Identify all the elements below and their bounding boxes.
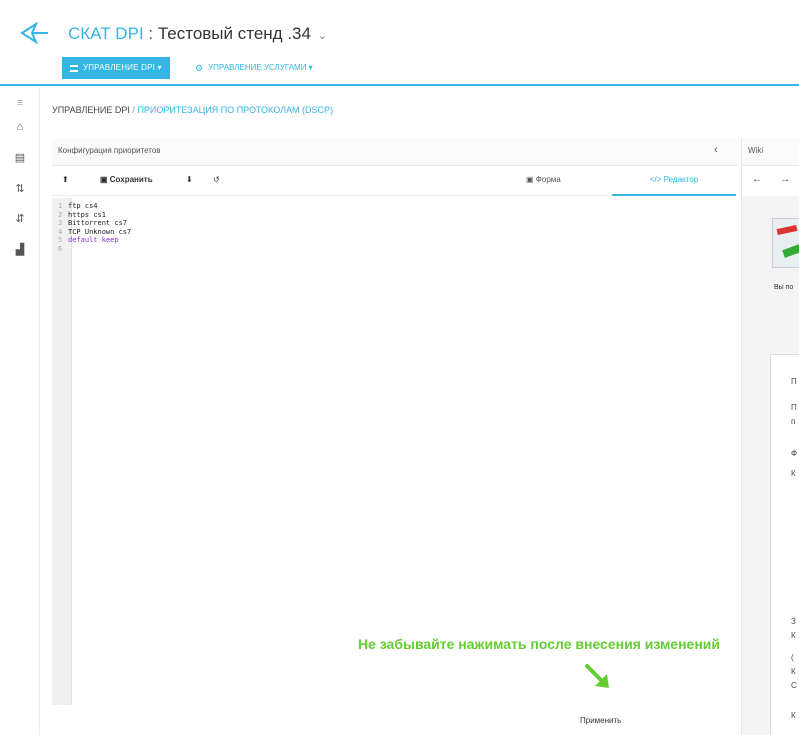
collapse-panel-icon[interactable]: ‹ [714, 144, 718, 156]
logo-icon[interactable] [20, 22, 50, 44]
save-label: Сохранить [109, 175, 153, 184]
wiki-text-fragment: К [791, 631, 796, 640]
wiki-navigation: ← → [742, 166, 799, 196]
code-line[interactable]: 1 ftp cs4 [58, 202, 131, 211]
list-icon [70, 64, 78, 72]
panel-header: Конфигурация приоритетов ‹ [52, 138, 737, 166]
tab-form[interactable]: ▣ Форма [526, 175, 561, 184]
wiki-panel: Wiki ← → Вы по П Пп Ф К З К(К С К [741, 138, 799, 735]
stand-name: Тестовый стенд .34 [157, 24, 311, 43]
save-button[interactable]: ▣ Сохранить [100, 175, 153, 184]
wiki-illustration [772, 218, 799, 268]
wiki-content: Вы по П Пп Ф К З К(К С К [742, 196, 799, 735]
save-icon: ▣ [100, 175, 110, 184]
line-text: Bittorrent cs7 [68, 219, 128, 228]
breadcrumb-current[interactable]: Приоритезация по протоколам (DSCP) [137, 105, 333, 115]
breadcrumb: Управление DPI / Приоритезация по проток… [52, 105, 333, 115]
priority-config-panel: Конфигурация приоритетов ‹ ⬆ ▣ Сохранить… [52, 138, 737, 705]
app-title[interactable]: СКАТ DPI : Тестовый стенд .34 ⌄ [68, 24, 327, 46]
wiki-text-fragment: К [791, 711, 796, 720]
app-name: СКАТ DPI [68, 24, 144, 43]
breadcrumb-separator: / [132, 105, 135, 115]
sort-alt-icon[interactable]: ⇵ [12, 212, 28, 226]
code-line[interactable]: 5 default keep [58, 236, 131, 245]
wiki-text-fragment: З [791, 617, 796, 626]
services-icon: ⚙ [195, 63, 204, 73]
code-line[interactable]: 2 https cs1 [58, 211, 131, 220]
nav-services-management-label: Управление услугами ▾ [208, 63, 313, 72]
tab-form-label: Форма [535, 175, 561, 184]
wiki-text-fragment: К [791, 469, 796, 478]
line-text: TCP Unknown cs7 [68, 227, 132, 236]
menu-icon[interactable]: ≡ [12, 96, 28, 110]
apply-button[interactable]: Применить [580, 711, 670, 729]
editor-toolbar: ⬆ ▣ Сохранить ⬇ ↺ ▣ Форма </> Редактор [52, 166, 737, 196]
wiki-header: Wiki [742, 138, 799, 166]
code-line[interactable]: 3 Bittorrent cs7 [58, 219, 131, 228]
wiki-caption: Вы по [774, 284, 794, 291]
illustration-green-arrow [782, 244, 799, 258]
download-icon[interactable]: ⬇ [186, 175, 193, 184]
tab-editor[interactable]: </> Редактор [612, 166, 736, 196]
wiki-text-fragment: К [791, 667, 796, 676]
tab-editor-label: Редактор [663, 175, 699, 184]
line-number: 3 [58, 219, 63, 228]
panel-title: Конфигурация приоритетов [58, 146, 161, 155]
server-icon[interactable]: ▤ [12, 151, 28, 165]
wiki-text-fragment: Ф [791, 449, 798, 458]
sort-icon[interactable]: ⇅ [12, 182, 28, 196]
arrow-down-right-icon [585, 664, 609, 688]
line-number: 6 [58, 244, 63, 253]
undo-icon[interactable]: ↺ [213, 175, 220, 184]
home-icon[interactable]: ⌂ [12, 120, 28, 134]
form-icon: ▣ [526, 175, 536, 184]
line-number: 5 [58, 236, 63, 245]
upload-icon[interactable]: ⬆ [62, 175, 69, 184]
nav-dpi-management-button[interactable]: Управление DPI ▾ [62, 57, 170, 79]
code-line[interactable]: 4 TCP Unknown cs7 [58, 228, 131, 237]
title-separator: : [148, 24, 154, 43]
line-number: 2 [58, 210, 63, 219]
line-number: 4 [58, 227, 63, 236]
wiki-text-fragment: ( [791, 653, 794, 662]
left-sidebar: ≡ ⌂ ▤ ⇅ ⇵ ▟ [0, 88, 40, 735]
wiki-text-fragment: П [791, 377, 797, 386]
wiki-forward-icon[interactable]: → [780, 174, 790, 185]
wiki-card: П Пп Ф К З К(К С К [770, 354, 799, 735]
top-header: СКАТ DPI : Тестовый стенд .34 ⌄ Управлен… [0, 0, 799, 86]
nav-services-management-button[interactable]: ⚙ Управление услугами ▾ [195, 57, 313, 79]
wiki-text-fragment: п [791, 417, 796, 426]
chart-icon[interactable]: ▟ [12, 243, 28, 257]
breadcrumb-root[interactable]: Управление DPI [52, 105, 130, 115]
code-line[interactable]: 6 [58, 245, 131, 254]
code-icon: </> [649, 175, 664, 184]
line-text: https cs1 [68, 210, 106, 219]
nav-dpi-management-label: Управление DPI ▾ [83, 63, 162, 72]
illustration-red-stripe [776, 224, 798, 236]
wiki-text-fragment: С [791, 681, 797, 690]
wiki-back-icon[interactable]: ← [752, 174, 762, 185]
code-lines[interactable]: 1 ftp cs4 2 https cs1 3 Bittorrent cs7 4 TCP Un… [58, 202, 131, 254]
line-number: 1 [58, 202, 63, 210]
editor-gutter [52, 198, 72, 705]
line-text: default keep [68, 236, 119, 245]
code-editor[interactable]: 1 ftp cs4 2 https cs1 3 Bittorrent cs7 4 TCP Un… [52, 198, 737, 705]
line-text: ftp cs4 [68, 202, 98, 210]
wiki-title: Wiki [748, 146, 764, 155]
hint-text: Не забывайте нажимать после внесения изм… [358, 636, 721, 652]
wiki-text-fragment: П [791, 403, 797, 412]
stand-dropdown-icon[interactable]: ⌄ [318, 30, 327, 42]
